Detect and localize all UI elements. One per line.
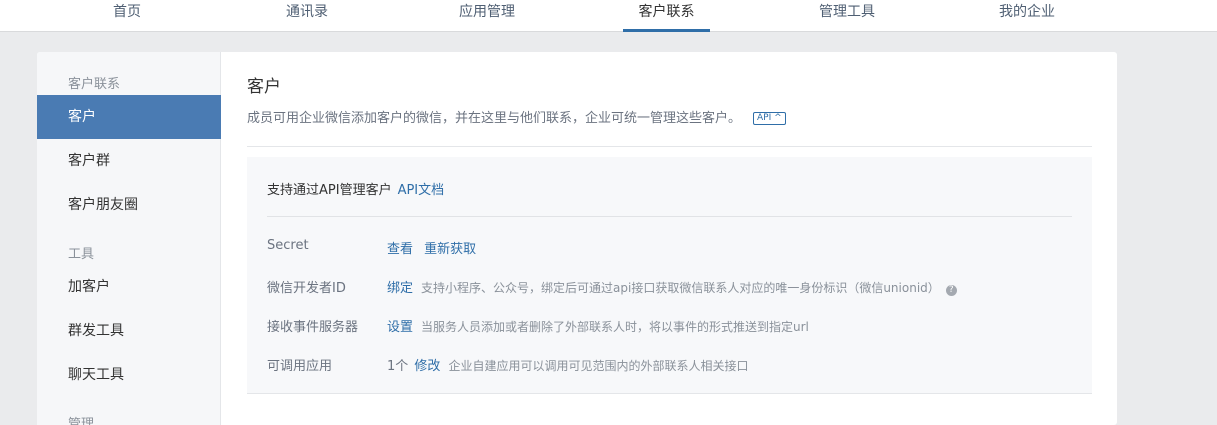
event-server-label: 接收事件服务器 bbox=[267, 320, 359, 335]
tab-customer-contact[interactable]: 客户联系 bbox=[623, 0, 710, 32]
main-panel: 客户联系 客户 客户群 客户朋友圈 工具 加客户 群发工具 聊天工具 管理 客户… bbox=[37, 52, 1117, 425]
tab-app-management[interactable]: 应用管理 bbox=[446, 0, 528, 32]
modify-apps-link[interactable]: 修改 bbox=[414, 359, 440, 374]
top-navigation: 首页 通讯录 应用管理 客户联系 管理工具 我的企业 bbox=[0, 0, 1217, 32]
api-heading-text: 支持通过API管理客户 bbox=[267, 183, 392, 198]
sidebar: 客户联系 客户 客户群 客户朋友圈 工具 加客户 群发工具 聊天工具 管理 bbox=[37, 52, 221, 425]
sidebar-item-chat-tool[interactable]: 聊天工具 bbox=[37, 353, 221, 397]
api-box-heading: 支持通过API管理客户 API文档 bbox=[267, 179, 444, 198]
question-circle-icon[interactable]: ? bbox=[945, 285, 957, 296]
set-event-server-link[interactable]: 设置 bbox=[387, 320, 413, 335]
api-box-divider bbox=[267, 216, 1072, 217]
sidebar-item-customer-moments[interactable]: 客户朋友圈 bbox=[37, 183, 221, 227]
description-text: 成员可用企业微信添加客户的微信，并在这里与他们联系，企业可统一管理这些客户。 bbox=[247, 111, 742, 126]
sidebar-group-tools: 工具 bbox=[68, 247, 95, 262]
view-secret-link[interactable]: 查看 bbox=[387, 242, 413, 257]
tab-contacts[interactable]: 通讯录 bbox=[276, 0, 338, 32]
bind-link[interactable]: 绑定 bbox=[387, 281, 413, 296]
api-doc-link[interactable]: API文档 bbox=[398, 183, 445, 198]
callable-apps-label: 可调用应用 bbox=[267, 359, 333, 374]
bind-hint: 支持小程序、公众号，绑定后可通过api接口获取微信联系人对应的唯一身份标识（微信… bbox=[421, 281, 940, 295]
api-settings-box: 支持通过API管理客户 API文档 Secret 查看 重新获取 微信开发者ID … bbox=[247, 157, 1092, 394]
divider bbox=[247, 146, 1092, 147]
callable-apps-count: 1个 bbox=[387, 359, 409, 374]
event-server-hint: 当服务人员添加或者删除了外部联系人时，将以事件的形式推送到指定url bbox=[421, 320, 809, 334]
sidebar-group-customer-contact: 客户联系 bbox=[68, 77, 121, 92]
api-toggle-badge[interactable]: API ^ bbox=[753, 112, 786, 125]
secret-label: Secret bbox=[267, 238, 309, 253]
sidebar-item-customer-group[interactable]: 客户群 bbox=[37, 139, 221, 183]
tab-home[interactable]: 首页 bbox=[96, 0, 158, 32]
sidebar-item-customer[interactable]: 客户 bbox=[37, 95, 221, 139]
regenerate-secret-link[interactable]: 重新获取 bbox=[424, 242, 476, 257]
page-title: 客户 bbox=[247, 77, 281, 97]
wechat-developer-id-label: 微信开发者ID bbox=[267, 281, 346, 296]
callable-apps-hint: 企业自建应用可以调用可见范围内的外部联系人相关接口 bbox=[448, 359, 749, 373]
sidebar-item-mass-send-tool[interactable]: 群发工具 bbox=[37, 309, 221, 353]
secret-actions: 查看 重新获取 bbox=[387, 238, 476, 257]
callable-apps-value: 1个 修改 企业自建应用可以调用可见范围内的外部联系人相关接口 bbox=[387, 355, 748, 374]
tab-my-enterprise[interactable]: 我的企业 bbox=[986, 0, 1068, 32]
sidebar-group-manage: 管理 bbox=[68, 417, 95, 425]
sidebar-item-add-customer[interactable]: 加客户 bbox=[37, 265, 221, 309]
wechat-developer-id-value: 绑定 支持小程序、公众号，绑定后可通过api接口获取微信联系人对应的唯一身份标识（… bbox=[387, 277, 957, 296]
tab-management-tools[interactable]: 管理工具 bbox=[806, 0, 888, 32]
event-server-value: 设置 当服务人员添加或者删除了外部联系人时，将以事件的形式推送到指定url bbox=[387, 316, 809, 335]
page-description: 成员可用企业微信添加客户的微信，并在这里与他们联系，企业可统一管理这些客户。 AP… bbox=[247, 107, 786, 126]
